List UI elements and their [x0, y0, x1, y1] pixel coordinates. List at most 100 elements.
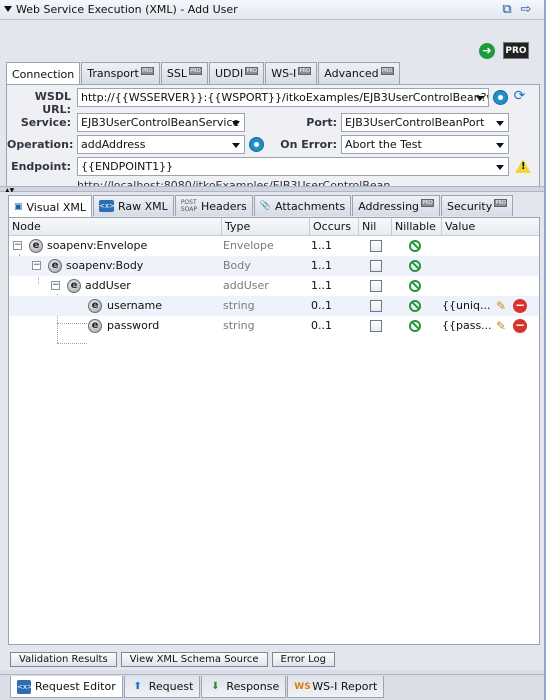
chevron-down-icon [496, 143, 504, 148]
node-name: addUser [85, 279, 131, 292]
tab-ws-i-report[interactable]: WS WS-I Report [287, 676, 385, 698]
endpoint-input[interactable]: {{ENDPOINT1}} [77, 157, 509, 176]
node-name: soapenv:Envelope [47, 239, 148, 252]
nil-checkbox[interactable] [370, 320, 382, 332]
table-row[interactable]: − e soapenv:Body Body 1..1 [9, 256, 539, 276]
pencil-icon[interactable]: ✎ [494, 299, 508, 313]
tab-visual-xml[interactable]: ▣ Visual XML [8, 195, 93, 218]
ws-report-icon: WS [294, 681, 311, 692]
error-log-button[interactable]: Error Log [271, 652, 335, 667]
pro-mini-icon: PRO [494, 199, 508, 207]
editor-tabs-bar: <x> Request Editor ⬆ Request ⬇ Response WS W… [0, 674, 544, 700]
forward-arrow-icon[interactable]: ⇨ [518, 2, 534, 18]
node-type: Body [223, 259, 251, 272]
tab-ssl[interactable]: SSL PRO [160, 62, 208, 84]
paperclip-icon: 📎 [259, 201, 271, 211]
element-icon: e [48, 259, 62, 273]
table-row[interactable]: e username string 0..1 {{uniq... ✎ − [9, 296, 539, 316]
chevron-down-icon[interactable] [476, 96, 484, 101]
nil-checkbox[interactable] [370, 240, 382, 252]
column-header-nil[interactable]: Nil [359, 218, 392, 236]
pro-mini-icon: PRO [421, 199, 435, 207]
view-xml-schema-source-button[interactable]: View XML Schema Source [120, 652, 268, 667]
node-occurs: 0..1 [311, 319, 332, 332]
table-row[interactable]: e password string 0..1 {{pass... ✎ − [9, 316, 539, 336]
tab-headers[interactable]: POST SOAP Headers [174, 195, 253, 216]
node-type: string [223, 319, 255, 332]
collapse-icon[interactable]: − [32, 261, 41, 270]
element-icon: e [29, 239, 43, 253]
nil-checkbox[interactable] [370, 280, 382, 292]
tab-uddi[interactable]: UDDI PRO [208, 62, 265, 84]
node-value[interactable]: {{uniq... [442, 296, 490, 316]
column-header-node[interactable]: Node [9, 218, 222, 236]
window-frame: Web Service Execution (XML) - Add User ⧉… [0, 0, 546, 700]
request-tabs: ▣ Visual XML <x> Raw XML POST SOAP Headers 📎… [8, 195, 514, 218]
tab-addressing[interactable]: Addressing PRO [352, 195, 441, 216]
node-name: username [107, 299, 162, 312]
column-header-nillable[interactable]: Nillable [392, 218, 442, 236]
connection-panel: ➜ PRO Connection Transport PRO SSL PRO UDD… [0, 20, 544, 204]
execute-icon[interactable]: ➜ [479, 43, 495, 59]
warning-icon: ! [515, 159, 531, 173]
operation-select[interactable]: addAddress [77, 135, 245, 154]
validation-results-button[interactable]: Validation Results [10, 652, 117, 667]
collapse-triangle-icon[interactable] [4, 6, 12, 12]
node-type: string [223, 299, 255, 312]
pro-badge: PRO [503, 42, 529, 59]
title-bar: Web Service Execution (XML) - Add User ⧉… [0, 0, 544, 20]
refresh-icon[interactable]: ⟳ [512, 89, 527, 104]
gear-icon[interactable] [493, 90, 508, 105]
node-occurs: 1..1 [311, 259, 332, 272]
gear-icon[interactable] [249, 137, 264, 152]
element-icon: e [88, 299, 102, 313]
tab-request[interactable]: ⬆ Request [123, 676, 201, 698]
request-panel: ▣ Visual XML <x> Raw XML POST SOAP Headers 📎… [0, 192, 544, 670]
tab-response[interactable]: ⬇ Response [201, 676, 287, 698]
port-select[interactable]: EJB3UserControlBeanPort [341, 113, 509, 132]
node-value[interactable]: {{pass... [442, 316, 492, 336]
visual-xml-icon: ▣ [14, 202, 23, 212]
tab-transport[interactable]: Transport PRO [81, 62, 160, 84]
tab-security[interactable]: Security PRO [441, 195, 514, 216]
remove-icon[interactable]: − [513, 299, 527, 313]
nillable-icon [409, 240, 421, 252]
tab-connection[interactable]: Connection [6, 62, 81, 85]
nil-checkbox[interactable] [370, 260, 382, 272]
nillable-icon [409, 320, 421, 332]
pencil-icon[interactable]: ✎ [494, 319, 508, 333]
nillable-icon [409, 260, 421, 272]
chevron-down-icon[interactable] [496, 165, 504, 170]
post-soap-icon: POST SOAP [180, 199, 197, 213]
operation-label: Operation: [7, 138, 74, 151]
port-label: Port: [306, 116, 337, 129]
remove-icon[interactable]: − [513, 319, 527, 333]
chevron-down-icon [232, 121, 240, 126]
tab-attachments[interactable]: 📎 Attachments [253, 195, 352, 216]
tab-raw-xml[interactable]: <x> Raw XML [93, 195, 174, 216]
node-occurs: 1..1 [311, 239, 332, 252]
pro-mini-icon: PRO [245, 66, 259, 75]
xml-tree-table: Node Type Occurs Nil Nillable Value − e … [8, 217, 540, 645]
table-row[interactable]: − e soapenv:Envelope Envelope 1..1 [9, 236, 539, 256]
raw-xml-icon: <x> [99, 200, 115, 212]
column-header-occurs[interactable]: Occurs [310, 218, 359, 236]
service-select[interactable]: EJB3UserControlBeanService [77, 113, 245, 132]
wsdl-url-input[interactable]: http://{{WSSERVER}}:{{WSPORT}}/itkoExamp… [77, 88, 489, 107]
nil-checkbox[interactable] [370, 300, 382, 312]
collapse-icon[interactable]: − [13, 241, 22, 250]
collapse-icon[interactable]: − [51, 281, 60, 290]
table-row[interactable]: − e addUser addUser 1..1 [9, 276, 539, 296]
column-header-value[interactable]: Value [442, 218, 539, 236]
detach-window-icon[interactable]: ⧉ [499, 2, 515, 18]
pro-mini-icon: PRO [140, 66, 154, 75]
tab-advanced[interactable]: Advanced PRO [318, 62, 400, 84]
connection-tabs: Connection Transport PRO SSL PRO UDDI PRO W… [6, 62, 401, 85]
tab-request-editor[interactable]: <x> Request Editor [10, 676, 123, 698]
editor-tabs: <x> Request Editor ⬆ Request ⬇ Response WS W… [10, 676, 385, 698]
tab-ws-i[interactable]: WS-I PRO [265, 62, 318, 84]
column-header-type[interactable]: Type [222, 218, 310, 236]
on-error-select[interactable]: Abort the Test [341, 135, 509, 154]
panel-buttons: Validation Results View XML Schema Sourc… [10, 652, 339, 667]
nillable-icon [409, 300, 421, 312]
